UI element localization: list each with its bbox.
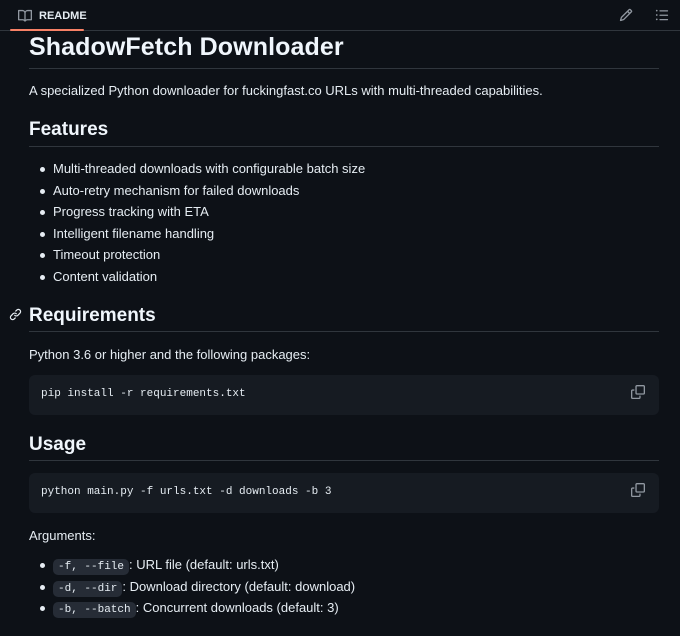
readme-title: ShadowFetch Downloader [29, 33, 344, 61]
code-text: pip install -r requirements.txt [41, 388, 246, 400]
list-item: Auto-retry mechanism for failed download… [29, 180, 365, 202]
flag-code: -d, --dir [53, 580, 123, 597]
code-text: python main.py -f urls.txt -d downloads … [41, 486, 332, 498]
tab-label: README [39, 9, 87, 22]
copy-icon[interactable] [631, 483, 647, 499]
usage-code-block: python main.py -f urls.txt -d downloads … [29, 473, 659, 513]
tab-readme[interactable]: README [12, 0, 92, 31]
features-divider [29, 146, 659, 147]
flag-code: -f, --file [53, 559, 130, 575]
list-item: Multi-threaded downloads with configurab… [29, 158, 365, 180]
pencil-icon[interactable] [618, 7, 634, 23]
requirements-text: Python 3.6 or higher and the following p… [29, 347, 311, 362]
arguments-label: Arguments: [29, 528, 96, 543]
list-item: Progress tracking with ETA [29, 201, 365, 223]
intro-text: A specialized Python downloader for fuck… [29, 83, 543, 98]
list-item: -f, --file: URL file (default: urls.txt) [29, 554, 355, 576]
list-item: -b, --batch: Concurrent downloads (defau… [29, 597, 355, 619]
copy-icon[interactable] [631, 385, 647, 401]
arguments-list: -f, --file: URL file (default: urls.txt)… [29, 554, 355, 619]
list-item: -d, --dir: Download directory (default: … [29, 576, 355, 598]
flag-code: -b, --batch [53, 602, 136, 619]
requirements-divider [29, 331, 659, 332]
list-item: Content validation [29, 266, 365, 288]
arg-description: : URL file (default: urls.txt) [129, 557, 279, 572]
list-item: Intelligent filename handling [29, 223, 365, 245]
requirements-code-block: pip install -r requirements.txt [29, 375, 659, 415]
usage-heading: Usage [29, 434, 87, 455]
features-list: Multi-threaded downloads with configurab… [29, 158, 365, 288]
readme-header: README [0, 0, 680, 31]
arg-description: : Download directory (default: download) [122, 578, 356, 594]
features-heading: Features [29, 119, 109, 140]
book-icon [17, 8, 33, 24]
title-divider [29, 68, 659, 69]
arg-description: : Concurrent downloads (default: 3) [135, 600, 339, 616]
readme-body: ShadowFetch Downloader A specialized Pyt… [0, 31, 680, 636]
link-icon[interactable] [9, 308, 23, 322]
usage-divider [29, 460, 659, 461]
list-icon[interactable] [654, 7, 670, 23]
list-item: Timeout protection [29, 244, 365, 266]
requirements-heading: Requirements [29, 305, 156, 326]
